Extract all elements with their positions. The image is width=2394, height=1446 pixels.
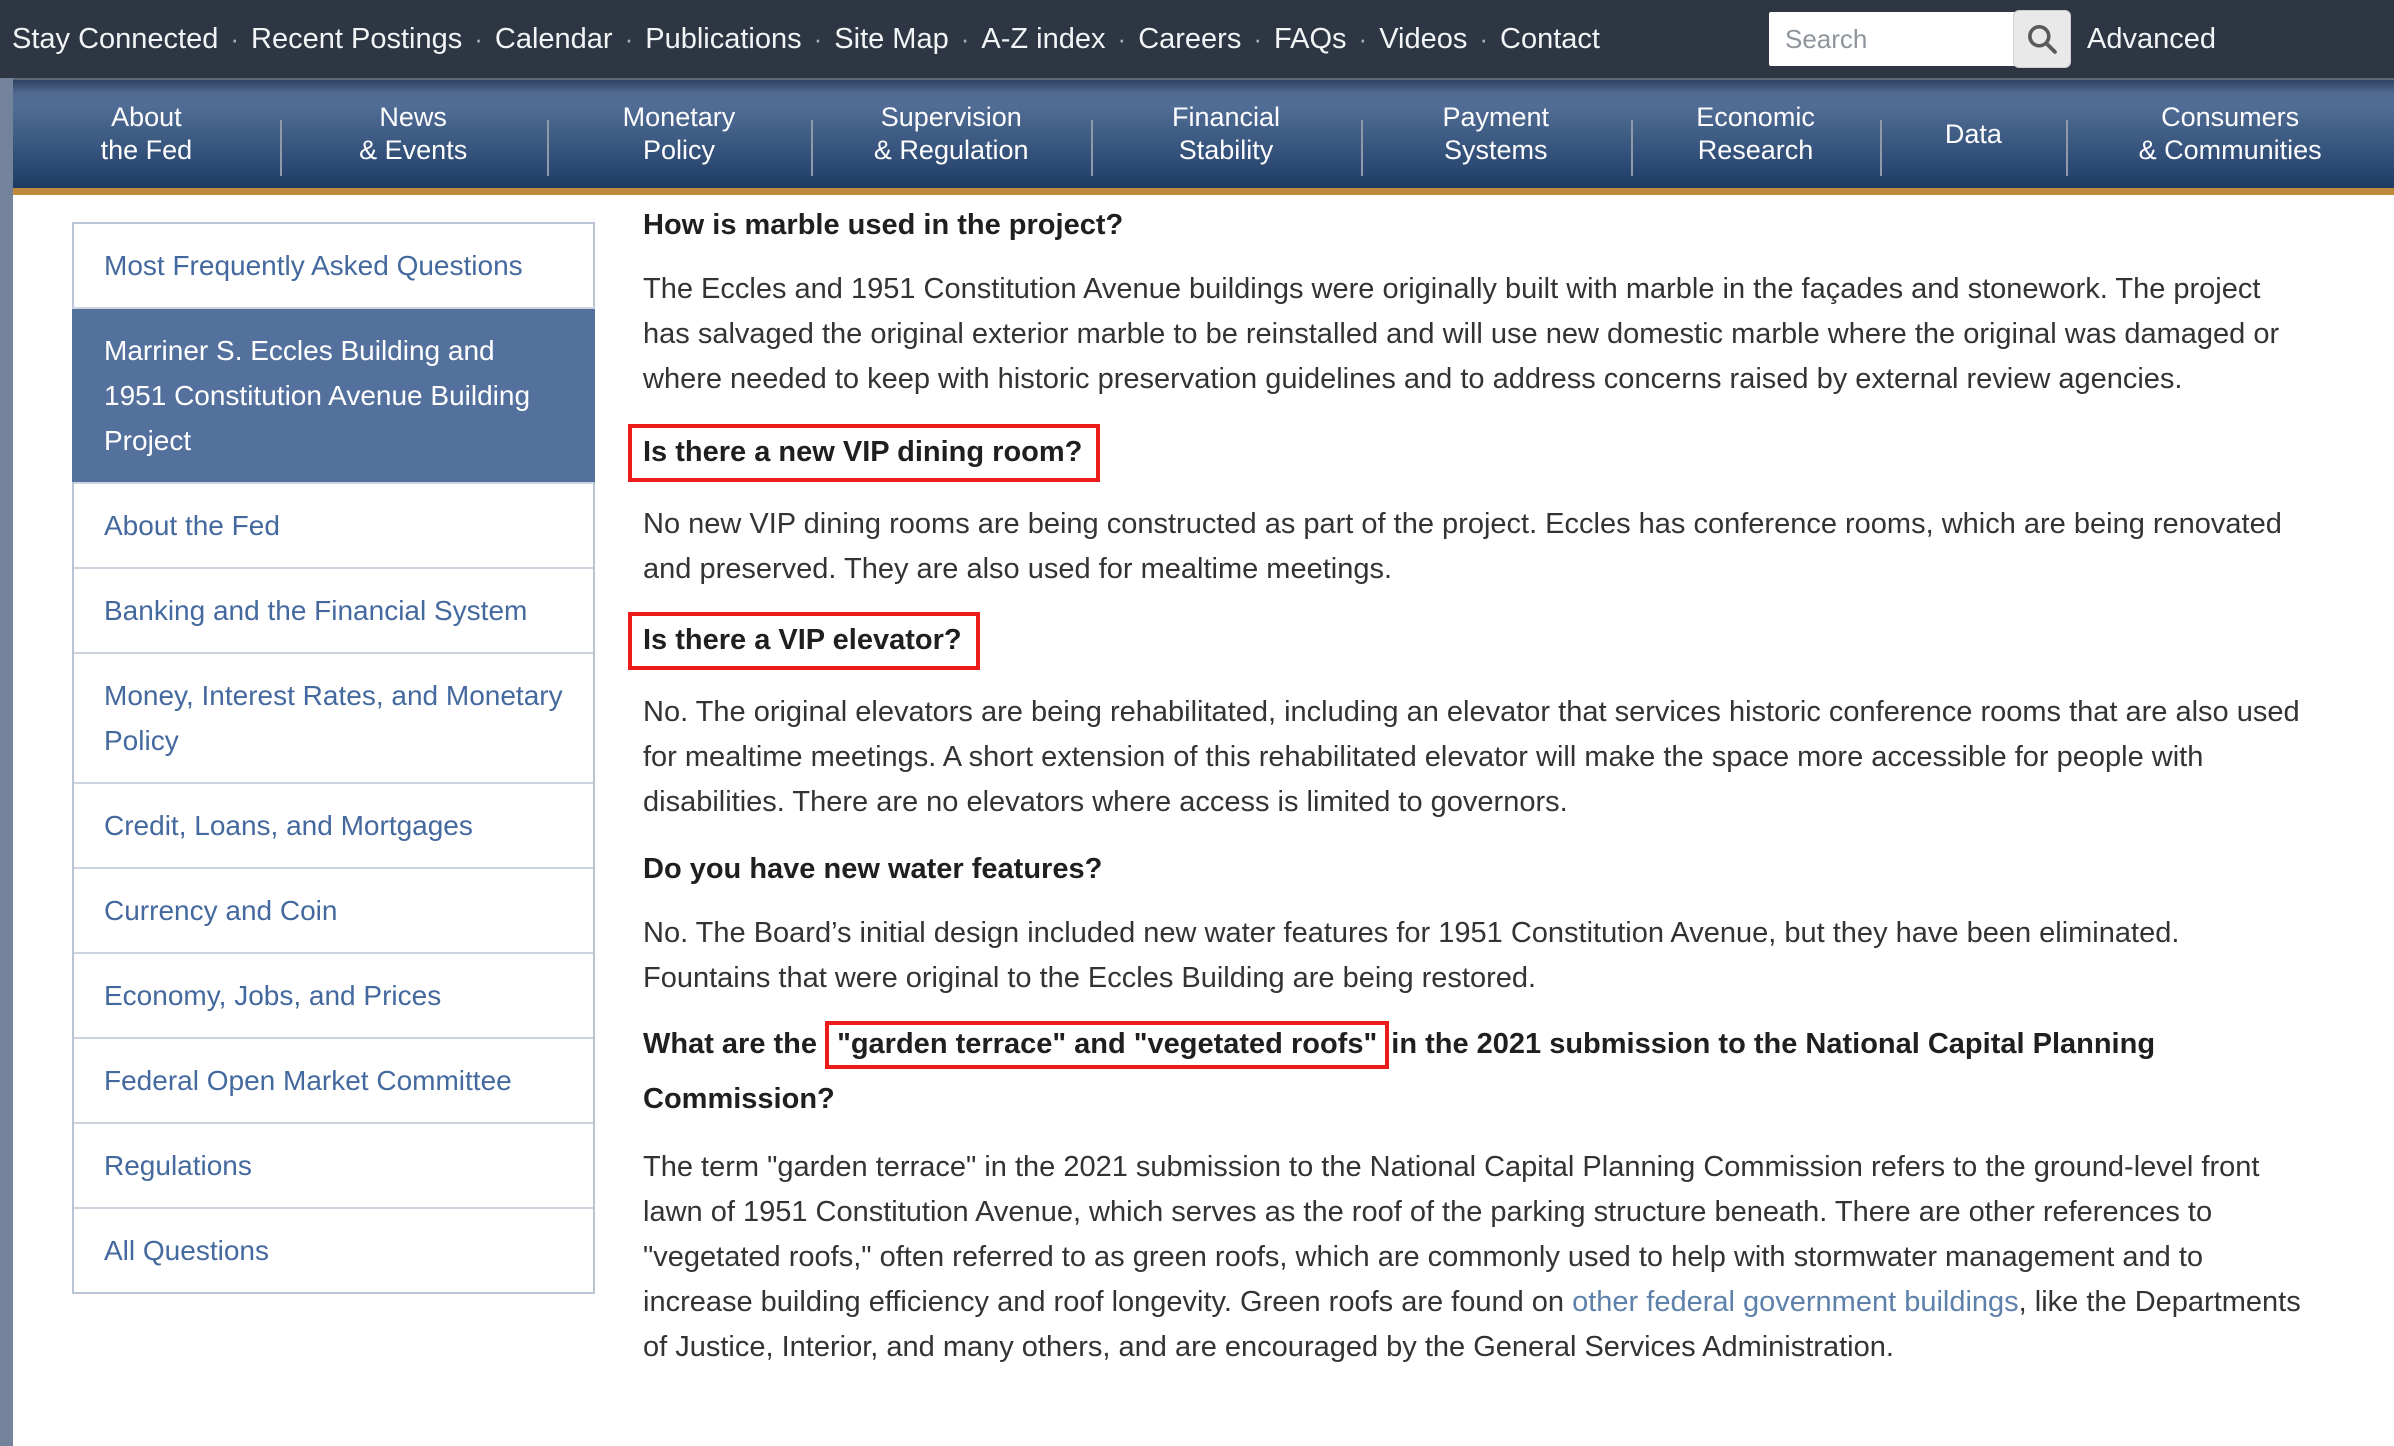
nav-item-line1: About <box>111 101 182 134</box>
topbar-link-careers[interactable]: Careers <box>1138 23 1241 56</box>
topbar-link-calendar[interactable]: Calendar <box>495 23 613 56</box>
nav-item-line2: the Fed <box>101 134 193 167</box>
nav-item-line1: Data <box>1945 118 2002 151</box>
sidebar-item-credit-loans-and-mortgages[interactable]: Credit, Loans, and Mortgages <box>74 782 593 867</box>
topbar-link-a-z-index[interactable]: A-Z index <box>981 23 1105 56</box>
nav-item-line1: Financial <box>1172 101 1280 134</box>
nav-item-line2: Research <box>1698 134 1814 167</box>
faq-answer: The Eccles and 1951 Constitution Avenue … <box>643 267 2303 402</box>
main-nav: Aboutthe FedNews& EventsMonetaryPolicySu… <box>13 78 2394 188</box>
dot-separator: · <box>1118 24 1127 55</box>
search-input[interactable] <box>1769 12 2015 66</box>
faq-question: What are the "garden terrace" and "veget… <box>643 1017 2303 1127</box>
sidebar-item-economy-jobs-and-prices[interactable]: Economy, Jobs, and Prices <box>74 952 593 1037</box>
topbar-links: Stay Connected · Recent Postings · Calendar ·… <box>12 23 1600 56</box>
dot-separator: · <box>1253 24 1262 55</box>
topbar-link-stay-connected[interactable]: Stay Connected <box>12 23 218 56</box>
faq-answer: No new VIP dining rooms are being constr… <box>643 502 2303 592</box>
nav-item-line1: Monetary <box>623 101 736 134</box>
dot-separator: · <box>1359 24 1368 55</box>
topbar-link-recent-postings[interactable]: Recent Postings <box>251 23 462 56</box>
sidebar-item-about-the-fed[interactable]: About the Fed <box>74 482 593 567</box>
topbar: Stay Connected · Recent Postings · Calendar ·… <box>0 0 2394 78</box>
sidebar-item-currency-and-coin[interactable]: Currency and Coin <box>74 867 593 952</box>
faq-section: Is there a VIP elevator?No. The original… <box>643 592 2303 825</box>
topbar-link-faqs[interactable]: FAQs <box>1274 23 1347 56</box>
nav-item-data[interactable]: Data <box>1880 80 2066 188</box>
nav-item-line2: & Regulation <box>874 134 1029 167</box>
sidebar-item-marriner-s-eccles-building-and-1951-constitution-avenue-building-project[interactable]: Marriner S. Eccles Building and 1951 Con… <box>72 307 595 482</box>
faq-question: Is there a new VIP dining room? <box>628 424 1100 482</box>
nav-item-line1: Consumers <box>2161 101 2299 134</box>
faq-section: What are the "garden terrace" and "veget… <box>643 1017 2303 1370</box>
nav-item-line1: Supervision <box>881 101 1022 134</box>
nav-item-consumers-communities[interactable]: Consumers& Communities <box>2066 80 2394 188</box>
text-link-other-federal-government-buildings[interactable]: other federal government buildings <box>1572 1286 2019 1318</box>
sidebar-item-regulations[interactable]: Regulations <box>74 1122 593 1207</box>
nav-item-economic-research[interactable]: EconomicResearch <box>1631 80 1881 188</box>
nav-item-payment-systems[interactable]: PaymentSystems <box>1361 80 1631 188</box>
search-button[interactable] <box>2013 10 2071 68</box>
nav-item-news-events[interactable]: News& Events <box>280 80 547 188</box>
dot-separator: · <box>814 24 823 55</box>
nav-item-line1: Economic <box>1696 101 1815 134</box>
faq-answer: No. The Board’s initial design included … <box>643 911 2303 1001</box>
sidebar-item-money-interest-rates-and-monetary-policy[interactable]: Money, Interest Rates, and Monetary Poli… <box>74 652 593 782</box>
dot-separator: · <box>1479 24 1488 55</box>
faq-question: How is marble used in the project? <box>643 207 2303 243</box>
nav-item-about-the-fed[interactable]: Aboutthe Fed <box>13 80 280 188</box>
faq-question-text: What are the <box>643 1028 825 1060</box>
topbar-link-videos[interactable]: Videos <box>1379 23 1467 56</box>
sidebar-item-federal-open-market-committee[interactable]: Federal Open Market Committee <box>74 1037 593 1122</box>
sidebar-item-banking-and-the-financial-system[interactable]: Banking and the Financial System <box>74 567 593 652</box>
sidebar-item-most-frequently-asked-questions[interactable]: Most Frequently Asked Questions <box>74 224 593 307</box>
highlight-box: "garden terrace" and "vegetated roofs" <box>825 1021 1389 1069</box>
sidebar-item-all-questions[interactable]: All Questions <box>74 1207 593 1292</box>
faq-section: Is there a new VIP dining room?No new VI… <box>643 402 2303 592</box>
dot-separator: · <box>625 24 634 55</box>
nav-item-line2: Systems <box>1444 134 1548 167</box>
page-edge-strip <box>0 78 13 1446</box>
nav-item-monetary-policy[interactable]: MonetaryPolicy <box>547 80 812 188</box>
nav-item-supervision-regulation[interactable]: Supervision& Regulation <box>811 80 1091 188</box>
faq-answer: The term "garden terrace" in the 2021 su… <box>643 1145 2303 1370</box>
nav-item-line2: Stability <box>1179 134 1274 167</box>
faq-section: How is marble used in the project? The Ec… <box>643 207 2303 402</box>
dot-separator: · <box>474 24 483 55</box>
faq-section: Do you have new water features? No. The B… <box>643 851 2303 1001</box>
topbar-link-publications[interactable]: Publications <box>645 23 801 56</box>
nav-item-line2: & Events <box>359 134 467 167</box>
advanced-search-link[interactable]: Advanced <box>2087 23 2216 56</box>
faq-question: Is there a VIP elevator? <box>628 612 980 670</box>
nav-item-line1: News <box>379 101 447 134</box>
dot-separator: · <box>961 24 970 55</box>
search-group: Advanced <box>1769 10 2216 68</box>
nav-item-line2: Policy <box>643 134 715 167</box>
topbar-link-site-map[interactable]: Site Map <box>834 23 948 56</box>
faq-question: Do you have new water features? <box>643 851 2303 887</box>
topbar-link-contact[interactable]: Contact <box>1500 23 1600 56</box>
search-icon <box>2024 21 2060 57</box>
nav-underline <box>13 188 2394 195</box>
nav-item-financial-stability[interactable]: FinancialStability <box>1091 80 1361 188</box>
faq-answer: No. The original elevators are being reh… <box>643 690 2303 825</box>
dot-separator: · <box>230 24 239 55</box>
nav-item-line1: Payment <box>1442 101 1549 134</box>
faq-content: How is marble used in the project? The Ec… <box>643 195 2303 1370</box>
nav-item-line2: & Communities <box>2139 134 2322 167</box>
faq-sidebar: Most Frequently Asked QuestionsMarriner … <box>72 222 595 1294</box>
